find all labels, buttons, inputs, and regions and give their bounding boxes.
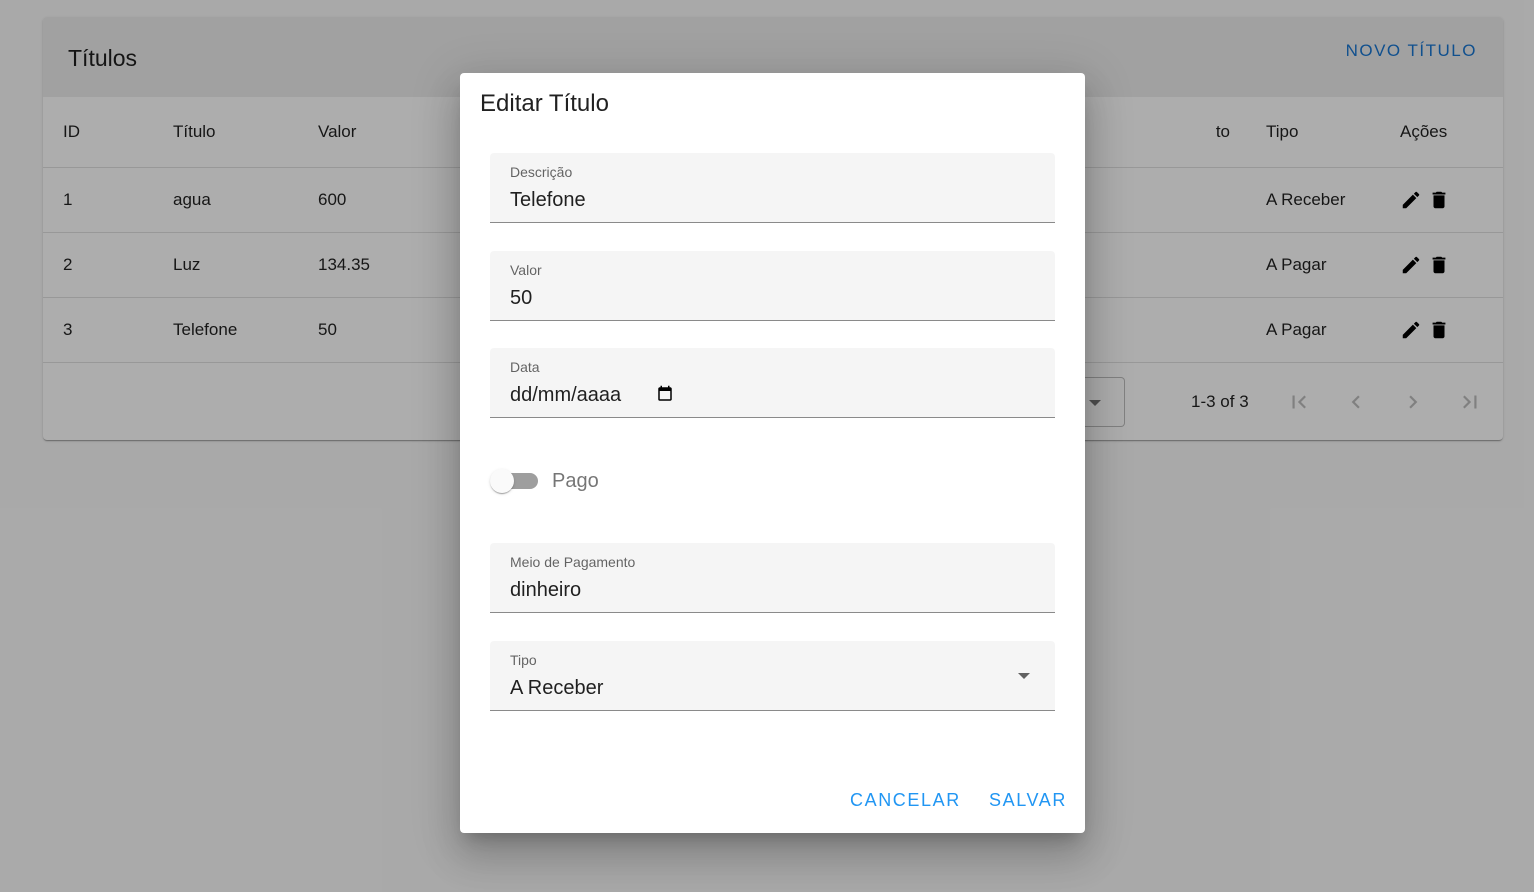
tipo-select[interactable]: Tipo A Receber — [490, 641, 1055, 711]
descricao-field[interactable]: Descrição Telefone — [490, 153, 1055, 223]
meio-pagamento-label: Meio de Pagamento — [510, 554, 636, 570]
valor-value: 50 — [510, 287, 533, 309]
save-button[interactable]: SALVAR — [989, 790, 1067, 811]
cancel-button[interactable]: CANCELAR — [850, 790, 961, 811]
edit-title-dialog: Editar Título Descrição Telefone Valor 5… — [460, 73, 1085, 833]
meio-pagamento-value: dinheiro — [510, 579, 582, 601]
meio-pagamento-field[interactable]: Meio de Pagamento dinheiro — [490, 543, 1055, 613]
tipo-value: A Receber — [510, 677, 604, 699]
calendar-icon[interactable] — [656, 385, 674, 403]
pago-switch[interactable] — [490, 469, 540, 493]
data-field[interactable]: Data dd/mm/aaaa — [490, 348, 1055, 418]
descricao-label: Descrição — [510, 164, 573, 180]
switch-thumb — [490, 469, 514, 493]
dialog-title: Editar Título — [480, 90, 609, 117]
data-label: Data — [510, 359, 540, 375]
tipo-label: Tipo — [510, 652, 537, 668]
pago-label: Pago — [552, 470, 599, 492]
valor-field[interactable]: Valor 50 — [490, 251, 1055, 321]
data-placeholder: dd/mm/aaaa — [510, 384, 622, 406]
valor-label: Valor — [510, 262, 542, 278]
chevron-down-icon — [1018, 673, 1030, 679]
descricao-value: Telefone — [510, 189, 586, 211]
